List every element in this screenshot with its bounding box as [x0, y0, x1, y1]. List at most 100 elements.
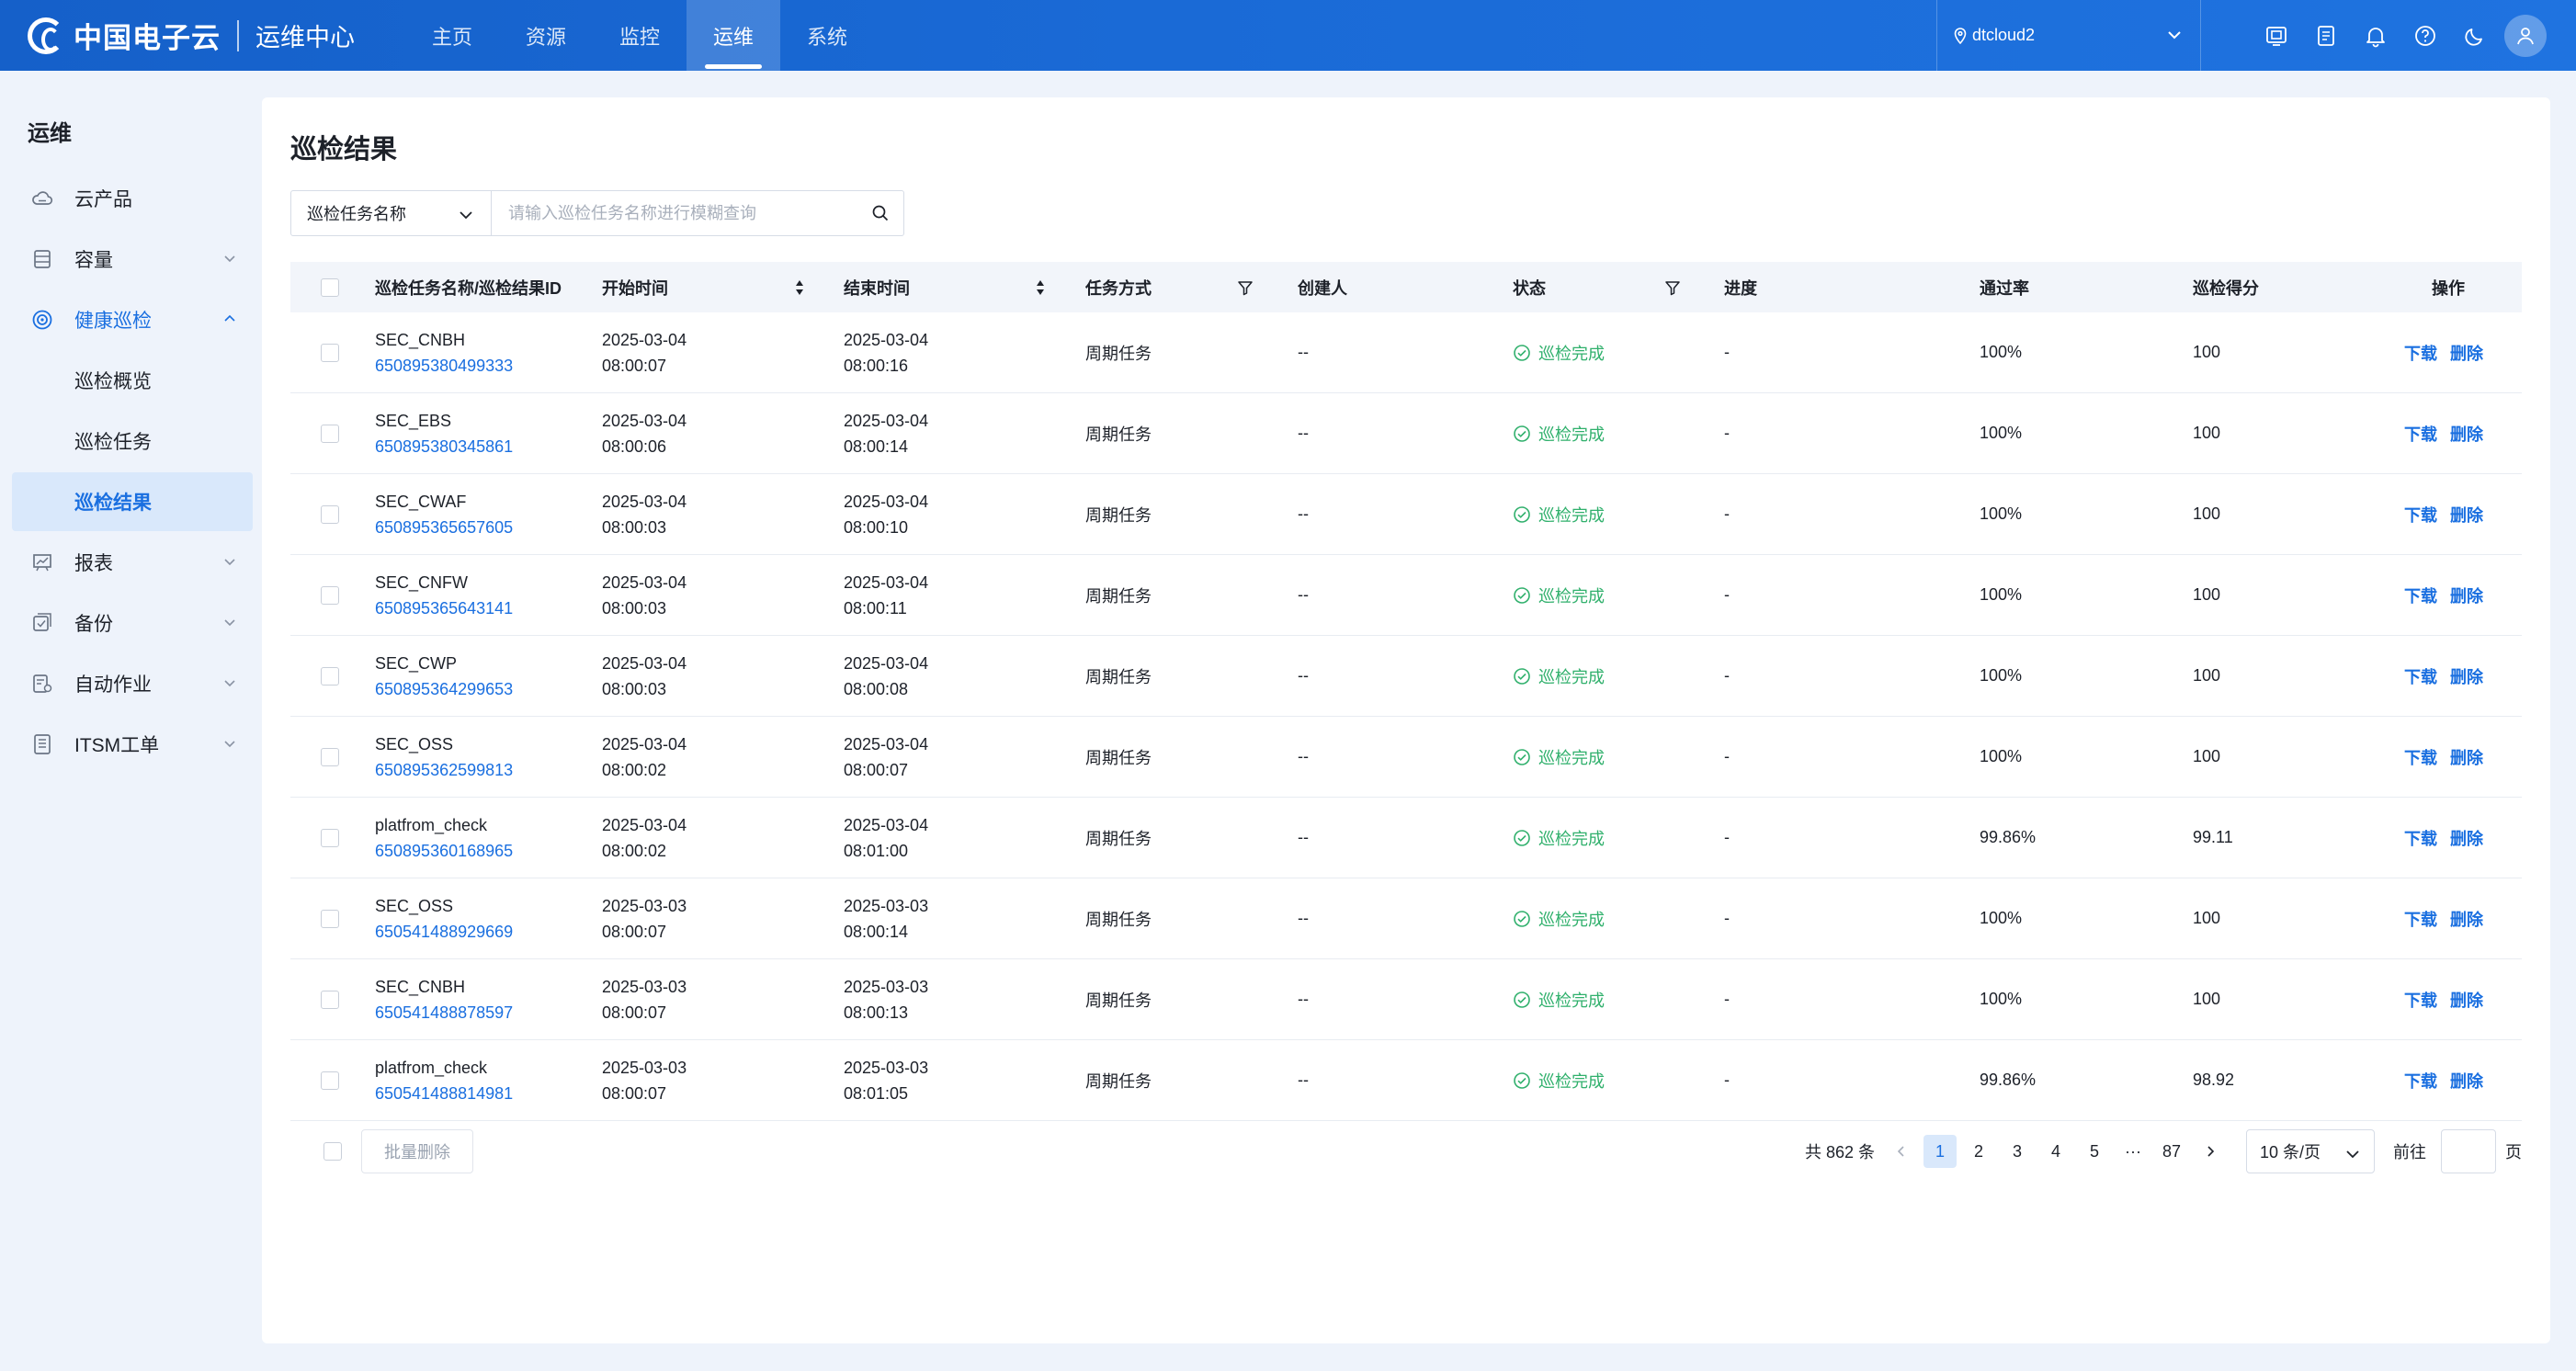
row-checkbox[interactable]: [321, 717, 339, 797]
result-id-link[interactable]: 650895364299653: [375, 676, 513, 702]
sidebar-item-4[interactable]: 备份: [12, 594, 253, 652]
start-time-cell: 2025-03-03 08:00:07: [602, 878, 687, 958]
download-button[interactable]: 下载: [2404, 422, 2437, 446]
result-id-link[interactable]: 650895365643141: [375, 595, 513, 621]
download-button[interactable]: 下载: [2404, 826, 2437, 850]
user-avatar[interactable]: [2504, 15, 2547, 57]
batch-delete-button[interactable]: 批量删除: [361, 1129, 473, 1173]
footer-select-checkbox[interactable]: [323, 1142, 342, 1161]
delete-button[interactable]: 删除: [2450, 584, 2483, 607]
page-button[interactable]: 87: [2155, 1135, 2188, 1168]
status-cell: 巡检完成: [1513, 717, 1605, 797]
page-button[interactable]: 2: [1962, 1135, 1995, 1168]
delete-button[interactable]: 删除: [2450, 341, 2483, 365]
download-button[interactable]: 下载: [2404, 341, 2437, 365]
delete-button[interactable]: 删除: [2450, 745, 2483, 769]
row-checkbox[interactable]: [321, 798, 339, 878]
moon-icon[interactable]: [2450, 24, 2500, 48]
download-button[interactable]: 下载: [2404, 988, 2437, 1012]
sidebar-item-3[interactable]: 报表: [12, 533, 253, 592]
page-button[interactable]: 3: [2001, 1135, 2034, 1168]
download-button[interactable]: 下载: [2404, 745, 2437, 769]
delete-button[interactable]: 删除: [2450, 988, 2483, 1012]
result-id-link[interactable]: 650895360168965: [375, 838, 513, 864]
sidebar-item-5[interactable]: 自动作业: [12, 654, 253, 713]
result-id-link[interactable]: 650541488878597: [375, 1000, 513, 1025]
document-icon[interactable]: [2301, 24, 2351, 48]
end-date: 2025-03-04: [844, 653, 929, 673]
bell-icon[interactable]: [2351, 24, 2400, 48]
sidebar-subitem-0[interactable]: 巡检概览: [12, 351, 253, 410]
result-id-link[interactable]: 650895365657605: [375, 515, 513, 540]
page-button[interactable]: 5: [2078, 1135, 2111, 1168]
row-checkbox[interactable]: [321, 959, 339, 1039]
nav-resources[interactable]: 资源: [499, 0, 593, 71]
delete-button[interactable]: 删除: [2450, 422, 2483, 446]
page-size-select[interactable]: 10 条/页: [2246, 1129, 2375, 1173]
backup-icon: [28, 609, 56, 637]
row-checkbox[interactable]: [321, 555, 339, 635]
sidebar-item-2[interactable]: 健康巡检: [12, 290, 253, 349]
row-checkbox[interactable]: [321, 1040, 339, 1120]
score-cell: 100: [2193, 424, 2221, 442]
nav-home[interactable]: 主页: [405, 0, 499, 71]
help-icon[interactable]: [2400, 24, 2450, 48]
delete-button[interactable]: 删除: [2450, 1069, 2483, 1093]
end-time-cell: 2025-03-03 08:00:13: [844, 959, 928, 1039]
brand[interactable]: 中国电子云 运维中心: [28, 0, 355, 71]
end-time-cell: 2025-03-04 08:00:16: [844, 312, 928, 392]
ticket-icon: [28, 731, 56, 758]
screen-icon[interactable]: [2252, 24, 2301, 48]
page-button[interactable]: 4: [2039, 1135, 2072, 1168]
delete-button[interactable]: 删除: [2450, 503, 2483, 527]
download-button[interactable]: 下载: [2404, 503, 2437, 527]
row-checkbox[interactable]: [321, 636, 339, 716]
search-icon: [872, 205, 889, 221]
region-selector[interactable]: dtcloud2: [1936, 0, 2201, 71]
download-button[interactable]: 下载: [2404, 1069, 2437, 1093]
result-id-link[interactable]: 650541488929669: [375, 919, 513, 945]
ops-cell: 下载 删除: [2404, 636, 2496, 716]
sidebar-item-1[interactable]: 容量: [12, 230, 253, 289]
end-time-cell: 2025-03-04 08:01:00: [844, 798, 928, 878]
filter-mode-icon[interactable]: [1236, 262, 1254, 312]
prev-page-button[interactable]: [1885, 1135, 1918, 1168]
page-button[interactable]: 1: [1923, 1135, 1957, 1168]
result-id-link[interactable]: 650895380345861: [375, 434, 513, 459]
delete-button[interactable]: 删除: [2450, 826, 2483, 850]
pass-rate-cell: 100%: [1980, 504, 2023, 523]
search-field-select[interactable]: 巡检任务名称: [291, 191, 492, 235]
end-time-cell: 2025-03-03 08:00:14: [844, 878, 928, 958]
sort-end-icon[interactable]: [1035, 262, 1046, 312]
delete-button[interactable]: 删除: [2450, 907, 2483, 931]
goto-page-input[interactable]: [2441, 1129, 2496, 1173]
sidebar-item-6[interactable]: ITSM工单: [12, 715, 253, 774]
row-checkbox[interactable]: [321, 878, 339, 958]
start-date: 2025-03-04: [602, 572, 687, 592]
next-page-button[interactable]: [2194, 1135, 2227, 1168]
search-input[interactable]: [492, 191, 857, 235]
download-button[interactable]: 下载: [2404, 584, 2437, 607]
page-ellipsis[interactable]: ···: [2116, 1135, 2150, 1168]
sort-start-icon[interactable]: [794, 262, 805, 312]
sidebar-item-0[interactable]: 云产品: [12, 169, 253, 228]
sidebar-subitem-1[interactable]: 巡检任务: [12, 412, 253, 470]
nav-ops[interactable]: 运维: [687, 0, 780, 71]
start-time-cell: 2025-03-03 08:00:07: [602, 959, 687, 1039]
nav-system[interactable]: 系统: [780, 0, 874, 71]
nav-monitor[interactable]: 监控: [593, 0, 687, 71]
row-checkbox[interactable]: [321, 393, 339, 473]
row-checkbox[interactable]: [321, 474, 339, 554]
download-button[interactable]: 下载: [2404, 664, 2437, 688]
result-id-link[interactable]: 650541488814981: [375, 1081, 513, 1106]
sidebar-subitem-2[interactable]: 巡检结果: [12, 472, 253, 531]
result-id-link[interactable]: 650895362599813: [375, 757, 513, 783]
search-button[interactable]: [857, 191, 903, 235]
end-time: 08:00:10: [844, 517, 909, 537]
download-button[interactable]: 下载: [2404, 907, 2437, 931]
result-id-link[interactable]: 650895380499333: [375, 353, 513, 379]
filter-status-icon[interactable]: [1663, 262, 1682, 312]
delete-button[interactable]: 删除: [2450, 664, 2483, 688]
select-all-checkbox[interactable]: [321, 262, 339, 312]
row-checkbox[interactable]: [321, 312, 339, 392]
